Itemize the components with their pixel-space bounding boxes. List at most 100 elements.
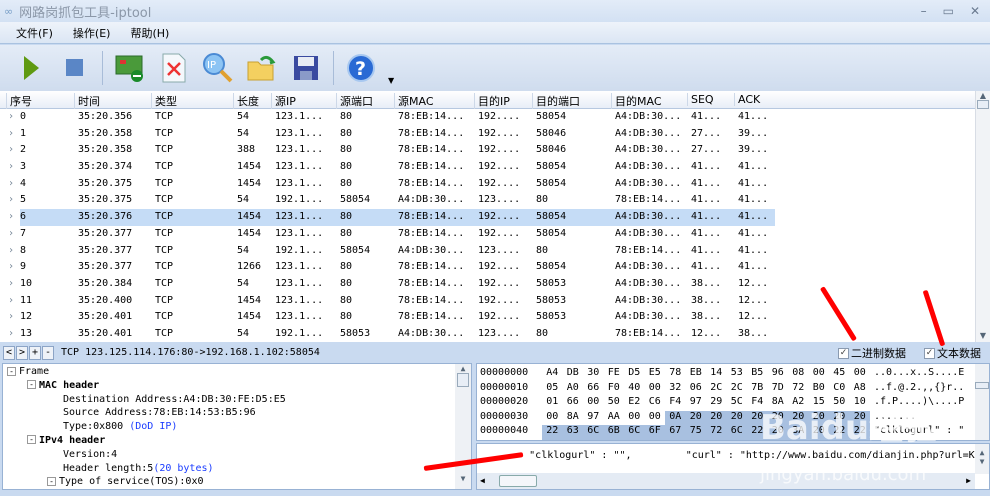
hex-byte[interactable]: 5C (727, 396, 748, 411)
hex-byte[interactable]: 6B (603, 425, 624, 440)
tree-node[interactable]: - IPv4 header (7, 435, 471, 449)
collapse-all-button[interactable]: - (42, 345, 54, 360)
column-header[interactable]: 目的端口 (532, 93, 580, 109)
row-expand-icon[interactable]: › (8, 295, 14, 306)
column-header[interactable]: 源IP (271, 93, 296, 109)
menu-operate[interactable]: 操作(E) (73, 25, 111, 41)
hex-byte[interactable]: 20 (685, 410, 706, 426)
column-header[interactable]: 时间 (74, 93, 100, 109)
hex-byte[interactable]: 32 (665, 382, 686, 397)
column-header[interactable]: 类型 (151, 93, 177, 109)
hex-byte[interactable]: AA (604, 411, 625, 426)
table-row[interactable]: › 1 35:20.358 TCP 54 123.1... 80 78:EB:14... 192… (0, 126, 975, 143)
hex-byte[interactable]: A8 (850, 382, 871, 397)
row-expand-icon[interactable]: › (8, 211, 14, 222)
hex-byte[interactable]: E5 (645, 367, 666, 382)
hex-byte[interactable]: 50 (604, 396, 625, 411)
hex-byte[interactable]: 6C (726, 425, 747, 440)
hex-byte[interactable]: C0 (829, 382, 850, 397)
hex-byte[interactable]: EB (686, 367, 707, 382)
column-header[interactable]: 源端口 (336, 93, 373, 109)
hex-byte[interactable]: 0A (665, 410, 686, 426)
hex-byte[interactable]: 53 (727, 367, 748, 382)
hex-byte[interactable]: 67 (665, 425, 686, 440)
column-header[interactable]: 长度 (233, 93, 259, 109)
help-button[interactable]: ? (344, 51, 378, 85)
hex-byte[interactable]: 00 (850, 367, 871, 382)
clear-button[interactable] (157, 51, 191, 85)
maximize-button[interactable]: ▭ (943, 4, 954, 18)
column-header[interactable]: ACK (734, 93, 760, 106)
table-scrollbar[interactable]: ▲ ▼ (975, 91, 990, 342)
tree-node[interactable]: Source Address:78:EB:14:53:B5:96 (7, 407, 471, 421)
table-row[interactable]: › 12 35:20.401 TCP 1454 123.1... 80 78:EB:14...… (0, 309, 975, 326)
row-expand-icon[interactable]: › (8, 111, 14, 122)
row-expand-icon[interactable]: › (8, 128, 14, 139)
ip-filter-button[interactable]: IP (201, 51, 235, 85)
hex-byte[interactable]: 6F (644, 425, 665, 440)
tree-node[interactable]: Destination Address:A4:DB:30:FE:D5:E5 (7, 394, 471, 408)
hex-byte[interactable]: 00 (645, 382, 666, 397)
hex-byte[interactable]: 00 (583, 396, 604, 411)
row-expand-icon[interactable]: › (8, 178, 14, 189)
table-row[interactable]: › 3 35:20.374 TCP 1454 123.1... 80 78:EB:14... 1… (0, 159, 975, 176)
row-expand-icon[interactable]: › (8, 278, 14, 289)
hex-byte[interactable]: 97 (686, 396, 707, 411)
row-expand-icon[interactable]: › (8, 161, 14, 172)
table-row[interactable]: › 4 35:20.375 TCP 1454 123.1... 80 78:EB:14... 1… (0, 176, 975, 193)
hex-byte[interactable]: 97 (583, 411, 604, 426)
menu-help[interactable]: 帮助(H) (130, 25, 169, 41)
binary-data-checkbox[interactable]: ✓ 二进制数据 (838, 345, 906, 361)
tree-node[interactable]: - MAC header (7, 380, 471, 394)
minimize-button[interactable]: – (921, 4, 927, 18)
column-header[interactable]: SEQ (687, 93, 714, 106)
hex-byte[interactable]: F4 (665, 396, 686, 411)
row-expand-icon[interactable]: › (8, 194, 14, 205)
hex-byte[interactable]: 00 (542, 411, 563, 426)
table-row[interactable]: › 6 35:20.376 TCP 1454 123.1... 80 78:EB:14... 1… (8, 209, 775, 226)
row-expand-icon[interactable]: › (8, 228, 14, 239)
collapse-icon[interactable]: - (27, 380, 36, 390)
toolbar-overflow-icon[interactable]: ▼ (388, 76, 394, 85)
hex-byte[interactable]: FE (604, 367, 625, 382)
table-row[interactable]: › 13 35:20.401 TCP 54 192.1... 58053 A4:DB:30..… (0, 326, 975, 342)
select-adapter-button[interactable] (113, 51, 147, 85)
tree-node[interactable]: Version:4 (7, 449, 471, 463)
hex-byte[interactable]: 00 (809, 367, 830, 382)
hex-byte[interactable]: A0 (563, 382, 584, 397)
row-expand-icon[interactable]: › (8, 261, 14, 272)
checkbox-text-box[interactable]: ✓ (924, 347, 935, 359)
row-expand-icon[interactable]: › (8, 328, 14, 339)
hex-byte[interactable]: 7B (747, 382, 768, 397)
hex-byte[interactable]: F0 (604, 382, 625, 397)
hex-byte[interactable]: 00 (624, 411, 645, 426)
hex-byte[interactable]: 96 (768, 367, 789, 382)
tree-node[interactable]: Header length:5(20 bytes) (7, 463, 471, 477)
hex-byte[interactable]: 00 (645, 411, 666, 426)
column-header[interactable]: 目的IP (474, 93, 510, 109)
collapse-icon[interactable]: - (47, 476, 56, 486)
close-button[interactable]: ✕ (970, 4, 980, 18)
row-expand-icon[interactable]: › (8, 311, 14, 322)
table-row[interactable]: › 5 35:20.375 TCP 54 192.1... 58054 A4:DB:30...… (0, 192, 975, 209)
stop-capture-button[interactable] (58, 51, 92, 85)
hex-byte[interactable]: 45 (829, 367, 850, 382)
tree-scrollbar[interactable]: ▲ ▼ (455, 364, 471, 489)
hex-byte[interactable]: 2C (727, 382, 748, 397)
menu-file[interactable]: 文件(F) (16, 25, 53, 41)
hex-byte[interactable]: A4 (542, 367, 563, 382)
hex-byte[interactable]: 66 (563, 396, 584, 411)
hex-byte[interactable]: 08 (788, 367, 809, 382)
hex-byte[interactable]: 8A (563, 411, 584, 426)
hex-byte[interactable]: 14 (706, 367, 727, 382)
hex-byte[interactable]: 01 (542, 396, 563, 411)
collapse-icon[interactable]: - (7, 366, 16, 376)
tree-node[interactable]: - Frame (7, 366, 471, 380)
table-row[interactable]: › 9 35:20.377 TCP 1266 123.1... 80 78:EB:14... 1… (0, 259, 975, 276)
hex-byte[interactable]: 20 (726, 410, 747, 426)
tree-node[interactable]: - Type of service(TOS):0x0 (7, 476, 471, 489)
hex-byte[interactable]: 72 (706, 425, 727, 440)
expand-all-button[interactable]: + (29, 345, 41, 360)
table-row[interactable]: › 7 35:20.377 TCP 1454 123.1... 80 78:EB:14... 1… (0, 226, 975, 243)
table-row[interactable]: › 8 35:20.377 TCP 54 192.1... 58054 A4:DB:30...… (0, 243, 975, 260)
